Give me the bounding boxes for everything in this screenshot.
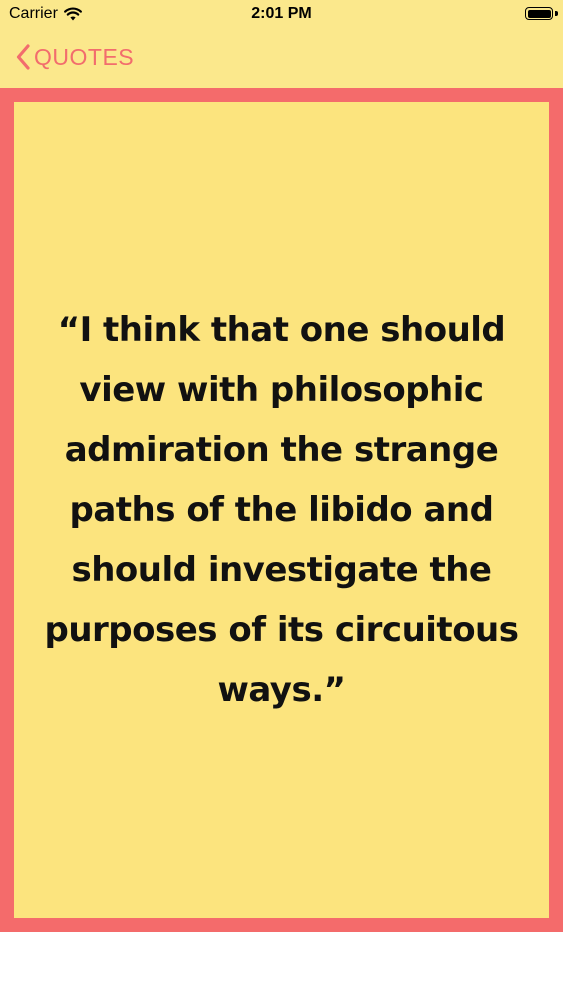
back-button[interactable]: QUOTES — [16, 42, 134, 72]
chevron-left-icon — [16, 44, 30, 70]
quote-detail-screen: Carrier 2:01 PM QUOTES “I think that one… — [0, 0, 563, 1000]
quote-text: “I think that one should view with philo… — [44, 310, 520, 710]
battery-icon — [525, 7, 553, 20]
status-bar: Carrier 2:01 PM — [0, 0, 563, 30]
status-time: 2:01 PM — [251, 5, 312, 22]
quote-card: “I think that one should view with philo… — [14, 102, 549, 918]
quote-frame: “I think that one should view with philo… — [0, 88, 563, 932]
top-bar: Carrier 2:01 PM QUOTES — [0, 0, 563, 88]
back-button-label: QUOTES — [34, 43, 135, 70]
battery-fill — [527, 9, 551, 18]
battery-tip — [555, 11, 558, 16]
